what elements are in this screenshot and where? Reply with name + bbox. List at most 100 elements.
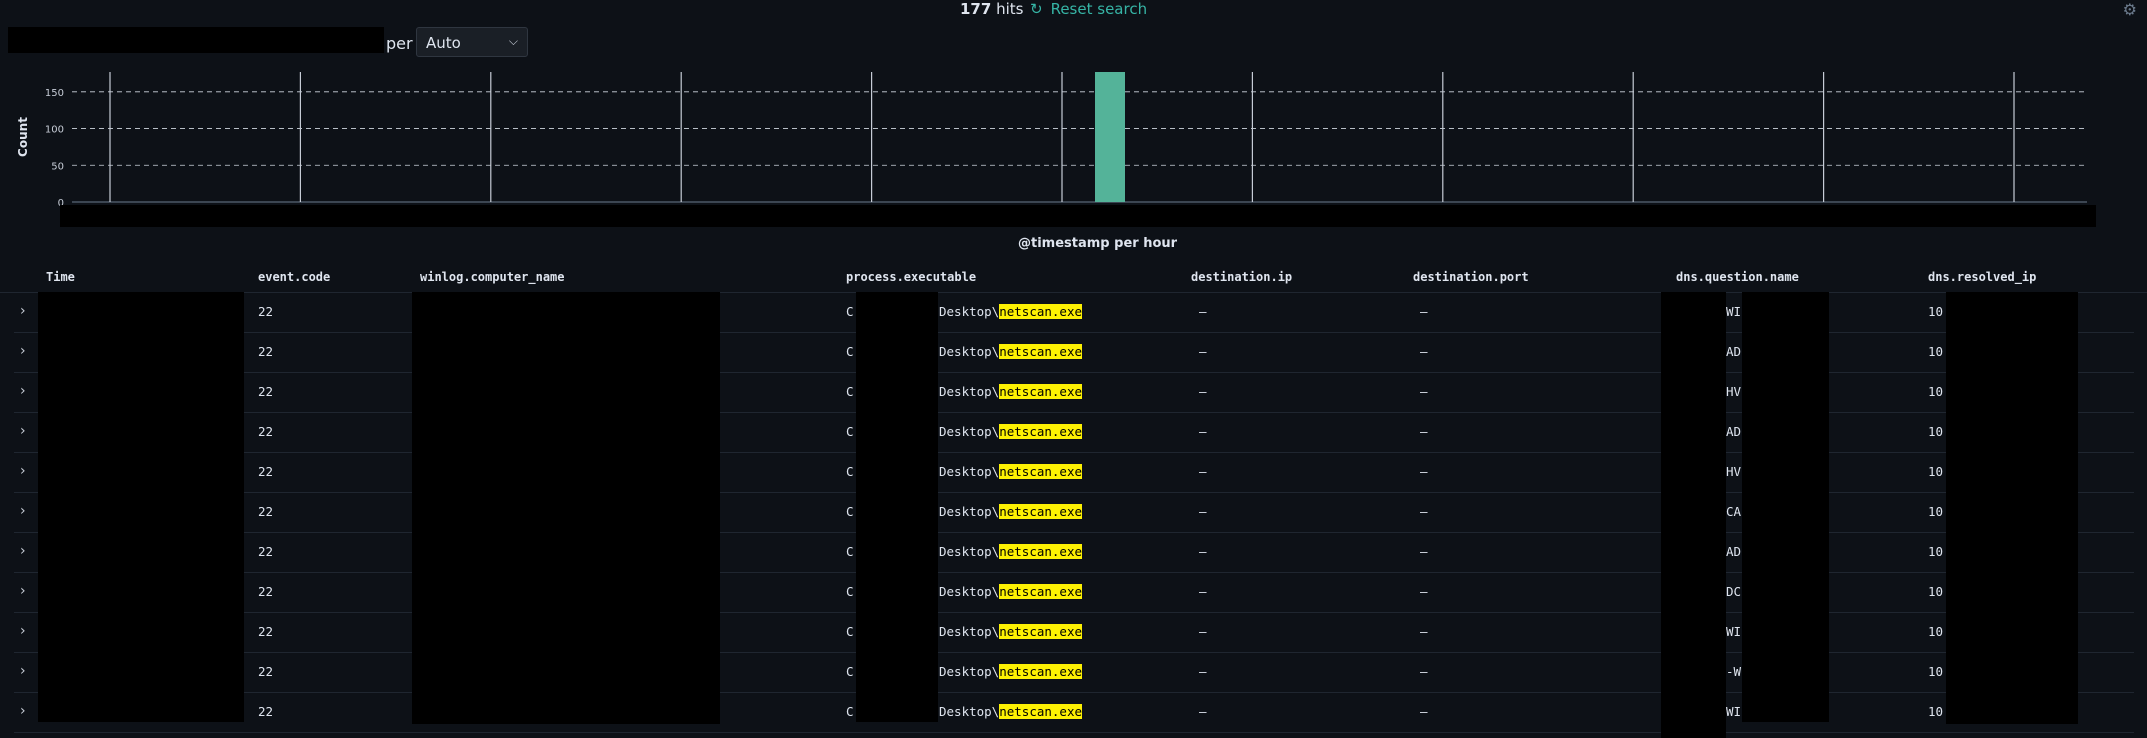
search-highlight: netscan.exe xyxy=(999,624,1083,639)
expand-row-icon[interactable]: › xyxy=(20,463,26,479)
interval-select[interactable]: Auto ⌵ xyxy=(416,27,528,57)
cell-process-prefix: C xyxy=(846,504,854,519)
cell-process-executable: Desktop\netscan.exe xyxy=(939,544,1083,559)
cell-process-prefix: C xyxy=(846,704,854,719)
cell-process-executable: Desktop\netscan.exe xyxy=(939,344,1083,359)
table-header: Time event.code winlog.computer_name pro… xyxy=(0,262,2147,293)
search-highlight: netscan.exe xyxy=(999,544,1083,559)
cell-event-code: 22 xyxy=(258,664,274,679)
cell-process-executable: Desktop\netscan.exe xyxy=(939,424,1083,439)
cell-dns-question-name: HV xyxy=(1726,464,1742,479)
reset-search-button[interactable]: ↻ Reset search xyxy=(1030,0,1147,18)
cell-dns-question-name: WI xyxy=(1726,624,1742,639)
redacted-block xyxy=(856,292,938,722)
cell-destination-ip: – xyxy=(1199,704,1207,719)
cell-event-code: 22 xyxy=(258,584,274,599)
y-tick-label: 50 xyxy=(51,161,64,172)
cell-event-code: 22 xyxy=(258,344,274,359)
search-highlight: netscan.exe xyxy=(999,384,1083,399)
cell-dns-question-name: CA xyxy=(1726,504,1742,519)
process-path: Desktop\ xyxy=(939,344,1000,359)
cell-destination-port: – xyxy=(1420,584,1428,599)
histogram-bar[interactable] xyxy=(1095,72,1125,202)
interval-selected-value: Auto xyxy=(426,34,461,52)
cell-process-prefix: C xyxy=(846,584,854,599)
expand-row-icon[interactable]: › xyxy=(20,343,26,359)
cell-destination-ip: – xyxy=(1199,584,1207,599)
gear-icon[interactable]: ⚙ xyxy=(2123,0,2137,19)
column-header-destination-ip[interactable]: destination.ip xyxy=(1191,270,1292,284)
column-header-dns-resolved-ip[interactable]: dns.resolved_ip xyxy=(1928,270,2036,284)
expand-row-icon[interactable]: › xyxy=(20,703,26,719)
column-header-event-code[interactable]: event.code xyxy=(258,270,330,284)
search-highlight: netscan.exe xyxy=(999,704,1083,719)
top-bar: 177 hits ↻ Reset search ⚙ xyxy=(0,0,2147,22)
search-highlight: netscan.exe xyxy=(999,664,1083,679)
expand-row-icon[interactable]: › xyxy=(20,543,26,559)
cell-dns-question-name: AD xyxy=(1726,544,1742,559)
cell-destination-port: – xyxy=(1420,384,1428,399)
process-path: Desktop\ xyxy=(939,464,1000,479)
cell-process-prefix: C xyxy=(846,344,854,359)
process-path: Desktop\ xyxy=(939,544,1000,559)
cell-destination-port: – xyxy=(1420,304,1428,319)
refresh-icon: ↻ xyxy=(1030,0,1043,18)
cell-process-executable: Desktop\netscan.exe xyxy=(939,624,1083,639)
process-path: Desktop\ xyxy=(939,304,1000,319)
cell-process-prefix: C xyxy=(846,664,854,679)
search-highlight: netscan.exe xyxy=(999,464,1083,479)
redacted-block xyxy=(412,292,720,724)
redacted-x-ticks xyxy=(60,205,2096,227)
x-axis-title: @timestamp per hour xyxy=(1018,236,1178,251)
search-highlight: netscan.exe xyxy=(999,304,1083,319)
cell-destination-port: – xyxy=(1420,424,1428,439)
hits-count: 177 xyxy=(960,0,992,18)
process-path: Desktop\ xyxy=(939,384,1000,399)
column-header-process-executable[interactable]: process.executable xyxy=(846,270,976,284)
cell-process-executable: Desktop\netscan.exe xyxy=(939,304,1083,319)
expand-row-icon[interactable]: › xyxy=(20,503,26,519)
redacted-block xyxy=(1946,292,2078,724)
search-highlight: netscan.exe xyxy=(999,424,1083,439)
expand-row-icon[interactable]: › xyxy=(20,623,26,639)
expand-row-icon[interactable]: › xyxy=(20,383,26,399)
cell-destination-port: – xyxy=(1420,624,1428,639)
process-path: Desktop\ xyxy=(939,704,1000,719)
hits-label: hits xyxy=(996,0,1024,18)
cell-process-executable: Desktop\netscan.exe xyxy=(939,504,1083,519)
search-highlight: netscan.exe xyxy=(999,344,1083,359)
cell-event-code: 22 xyxy=(258,304,274,319)
cell-destination-port: – xyxy=(1420,344,1428,359)
y-tick-label: 100 xyxy=(45,125,64,136)
cell-dns-question-name: HV xyxy=(1726,384,1742,399)
redacted-block xyxy=(38,292,244,722)
cell-destination-ip: – xyxy=(1199,424,1207,439)
redacted-block xyxy=(8,27,384,53)
chevron-down-icon: ⌵ xyxy=(508,34,518,48)
cell-destination-ip: – xyxy=(1199,544,1207,559)
process-path: Desktop\ xyxy=(939,584,1000,599)
cell-destination-port: – xyxy=(1420,544,1428,559)
cell-destination-port: – xyxy=(1420,464,1428,479)
expand-row-icon[interactable]: › xyxy=(20,663,26,679)
column-header-time[interactable]: Time xyxy=(46,270,75,284)
column-header-computer-name[interactable]: winlog.computer_name xyxy=(420,270,565,284)
column-header-dns-question-name[interactable]: dns.question.name xyxy=(1676,270,1799,284)
column-header-destination-port[interactable]: destination.port xyxy=(1413,270,1529,284)
expand-row-icon[interactable]: › xyxy=(20,303,26,319)
hits-counter: 177 hits xyxy=(960,0,1023,18)
cell-event-code: 22 xyxy=(258,624,274,639)
cell-dns-question-name: WI xyxy=(1726,304,1742,319)
cell-process-prefix: C xyxy=(846,544,854,559)
process-path: Desktop\ xyxy=(939,424,1000,439)
expand-row-icon[interactable]: › xyxy=(20,423,26,439)
cell-destination-ip: – xyxy=(1199,464,1207,479)
cell-destination-port: – xyxy=(1420,504,1428,519)
expand-row-icon[interactable]: › xyxy=(20,583,26,599)
cell-dns-question-name: WI xyxy=(1726,704,1742,719)
cell-dns-question-name: AD xyxy=(1726,424,1742,439)
cell-destination-ip: – xyxy=(1199,384,1207,399)
cell-dns-question-name: -W xyxy=(1726,664,1742,679)
reset-search-label: Reset search xyxy=(1050,0,1148,18)
cell-process-executable: Desktop\netscan.exe xyxy=(939,584,1083,599)
